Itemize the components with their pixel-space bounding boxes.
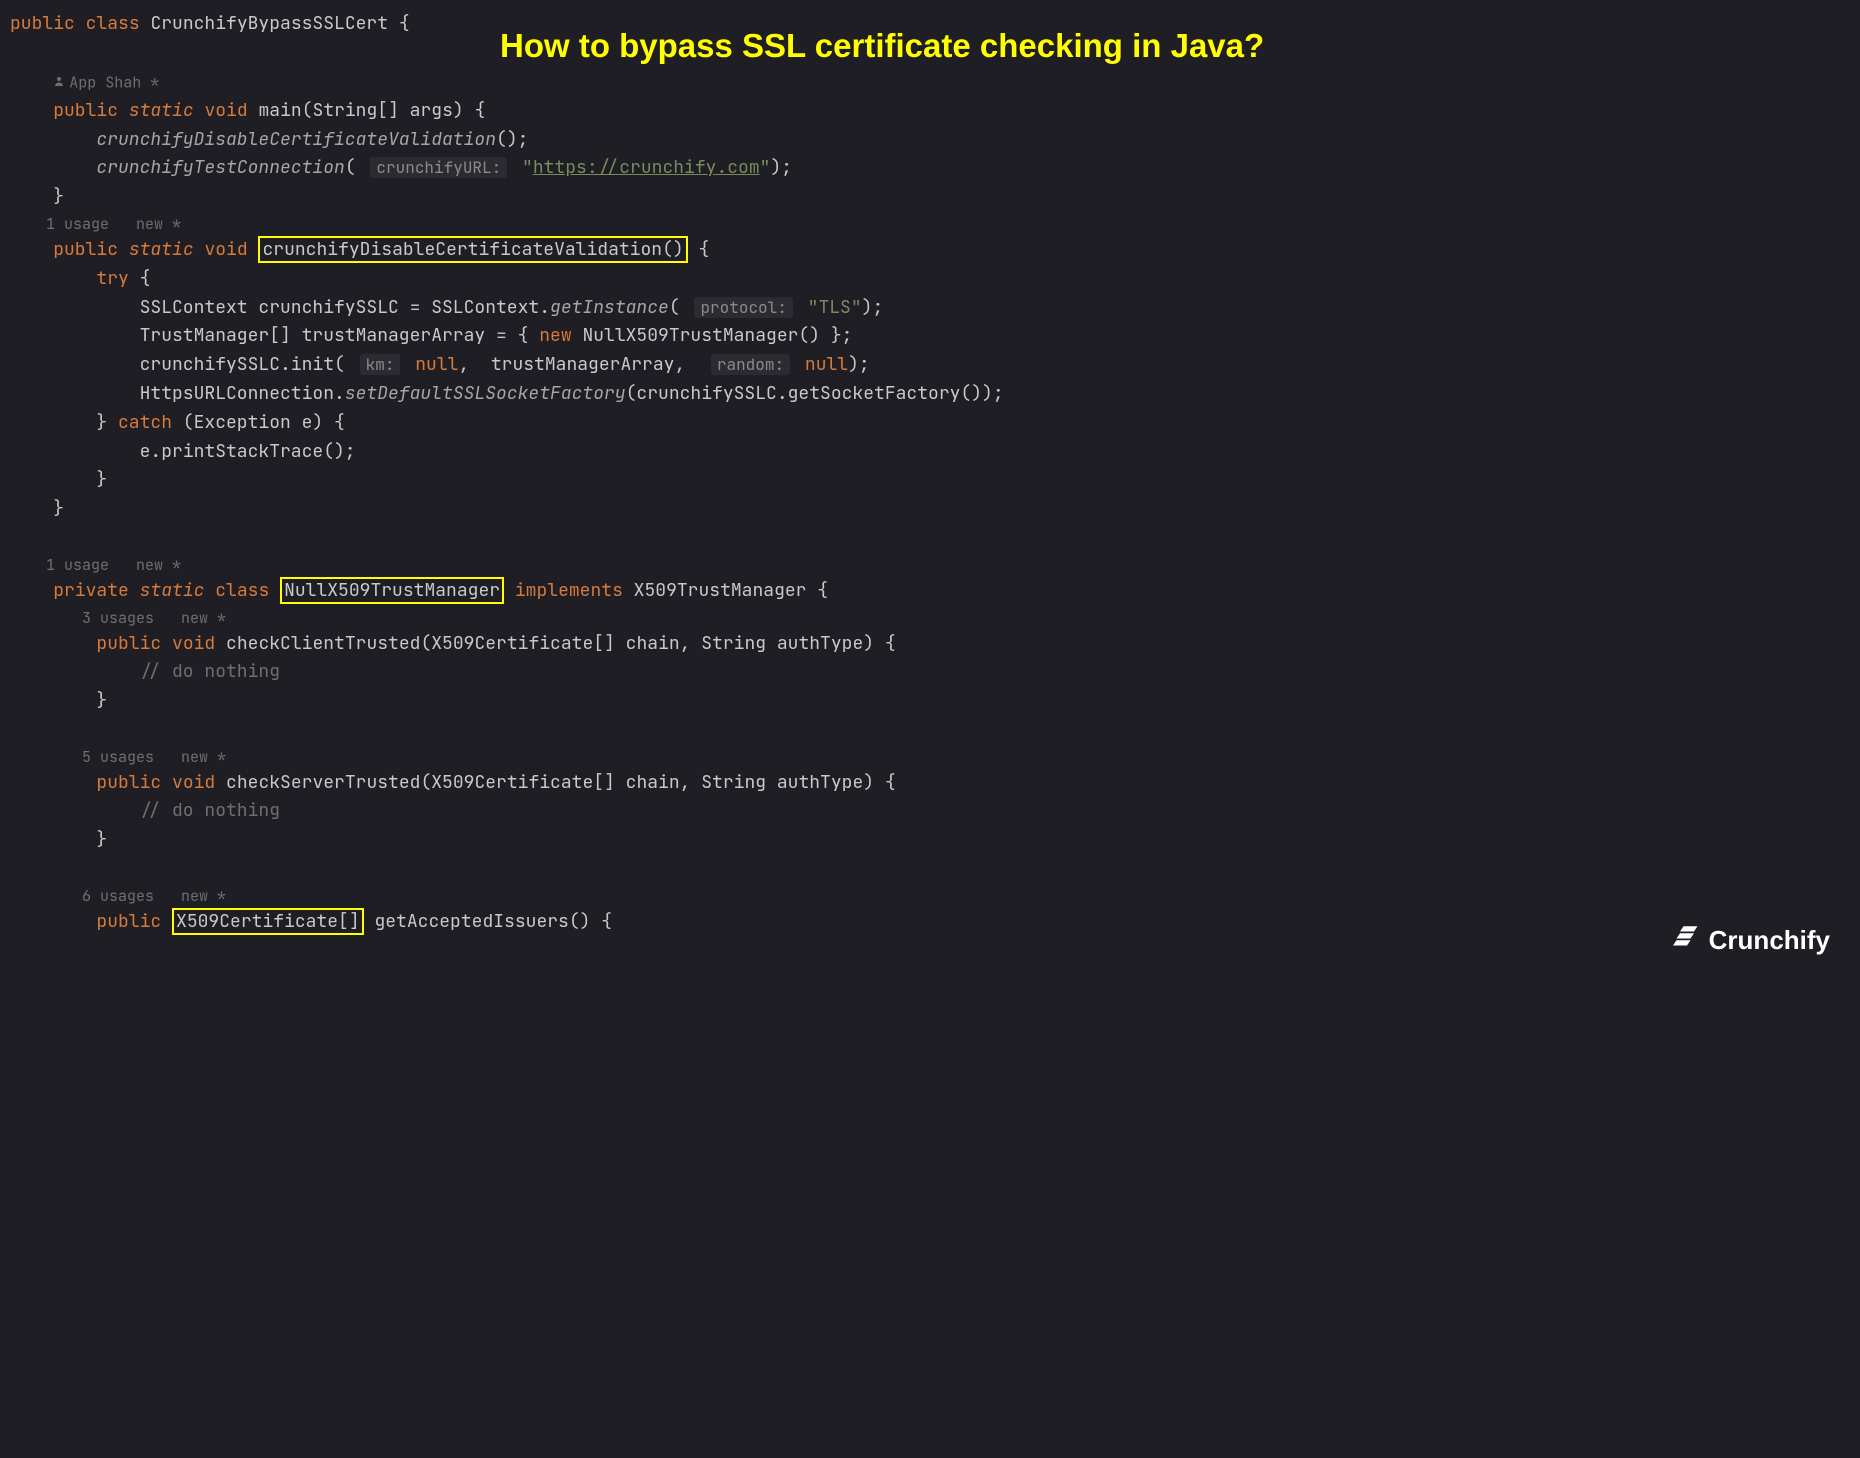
code-line: }: [10, 687, 1850, 716]
code-line: TrustManager[] trustManagerArray = { new…: [10, 322, 1850, 351]
url-literal[interactable]: https://crunchify.com: [533, 156, 760, 179]
class-name: CrunchifyBypassSSLCert: [150, 12, 388, 35]
usage-hint[interactable]: 3 usages new *: [10, 606, 1850, 630]
code-line: SSLContext crunchifySSLC = SSLContext.ge…: [10, 294, 1850, 323]
blank-line: [10, 524, 1850, 553]
blank-line: [10, 855, 1850, 884]
code-line: crunchifyDisableCertificateValidation();: [10, 126, 1850, 155]
author-name: App Shah *: [69, 72, 159, 92]
code-line: }: [10, 183, 1850, 212]
code-line: // do nothing: [10, 658, 1850, 687]
code-line: crunchifyTestConnection( crunchifyURL: "…: [10, 154, 1850, 183]
code-line: public static void main(String[] args) {: [10, 97, 1850, 126]
highlight-method-box: crunchifyDisableCertificateValidation(): [258, 236, 687, 263]
code-editor[interactable]: How to bypass SSL certificate checking i…: [0, 0, 1860, 977]
param-hint: random:: [711, 354, 790, 375]
person-icon: [53, 68, 65, 97]
usage-hint[interactable]: 1 usage new *: [10, 212, 1850, 236]
keyword-public: public: [10, 12, 75, 35]
code-line: public static void crunchifyDisableCerti…: [10, 236, 1850, 265]
code-line: }: [10, 495, 1850, 524]
usage-hint[interactable]: 1 usage new *: [10, 553, 1850, 577]
code-line: public class CrunchifyBypassSSLCert {: [10, 10, 1850, 39]
author-annotation: App Shah *: [10, 68, 1850, 97]
code-line: // do nothing: [10, 797, 1850, 826]
usage-hint[interactable]: 5 usages new *: [10, 745, 1850, 769]
crunchify-logo-icon: [1673, 920, 1709, 962]
blank-line: [10, 716, 1850, 745]
param-hint: crunchifyURL:: [370, 157, 507, 178]
code-line: private static class NullX509TrustManage…: [10, 577, 1850, 606]
blank-line: [10, 39, 1850, 68]
code-line: public void checkClientTrusted(X509Certi…: [10, 630, 1850, 659]
crunchify-logo-text: Crunchify: [1709, 920, 1830, 962]
usage-hint[interactable]: 6 usages new *: [10, 884, 1850, 908]
keyword-class: class: [86, 12, 140, 35]
code-line: }: [10, 466, 1850, 495]
crunchify-watermark: Crunchify: [1673, 920, 1830, 962]
code-line: HttpsURLConnection.setDefaultSSLSocketFa…: [10, 380, 1850, 409]
code-line: crunchifySSLC.init( km: null, trustManag…: [10, 351, 1850, 380]
current-line-highlight: [10, 855, 1850, 885]
param-hint: protocol:: [694, 297, 792, 318]
code-line: }: [10, 826, 1850, 855]
code-line: public void checkServerTrusted(X509Certi…: [10, 769, 1850, 798]
highlight-class-box: NullX509TrustManager: [280, 577, 504, 604]
code-line: try {: [10, 265, 1850, 294]
highlight-type-box: X509Certificate[]: [172, 908, 364, 935]
code-line: e.printStackTrace();: [10, 438, 1850, 467]
code-line: } catch (Exception e) {: [10, 409, 1850, 438]
code-line: public X509Certificate[] getAcceptedIssu…: [10, 908, 1850, 937]
param-hint: km:: [360, 354, 401, 375]
